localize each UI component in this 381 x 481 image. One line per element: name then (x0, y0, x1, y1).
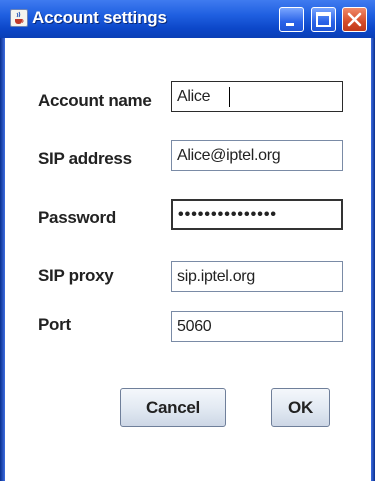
account-name-label: Account name (38, 91, 152, 110)
maximize-icon (316, 12, 331, 27)
title-bar[interactable]: Account settings (0, 0, 375, 38)
account-name-field[interactable] (171, 81, 343, 112)
window-frame-left (0, 0, 5, 481)
window-frame-right (371, 0, 375, 481)
minimize-button[interactable] (279, 7, 304, 32)
account-settings-window: Account settings Account name SIP addres… (0, 0, 381, 481)
text-caret (229, 87, 230, 107)
password-field[interactable] (171, 199, 343, 230)
window-title: Account settings (32, 8, 167, 27)
cancel-button[interactable]: Cancel (120, 388, 226, 427)
ok-button[interactable]: OK (271, 388, 330, 427)
sip-proxy-field[interactable] (171, 261, 343, 292)
sip-address-field[interactable] (171, 140, 343, 171)
close-icon (347, 12, 362, 27)
java-cup-icon (10, 9, 28, 27)
port-field[interactable] (171, 311, 343, 342)
minimize-icon (286, 23, 294, 26)
password-label: Password (38, 208, 116, 227)
sip-proxy-label: SIP proxy (38, 266, 114, 285)
maximize-button[interactable] (311, 7, 336, 32)
port-label: Port (38, 315, 71, 334)
close-button[interactable] (342, 7, 367, 32)
sip-address-label: SIP address (38, 149, 132, 168)
